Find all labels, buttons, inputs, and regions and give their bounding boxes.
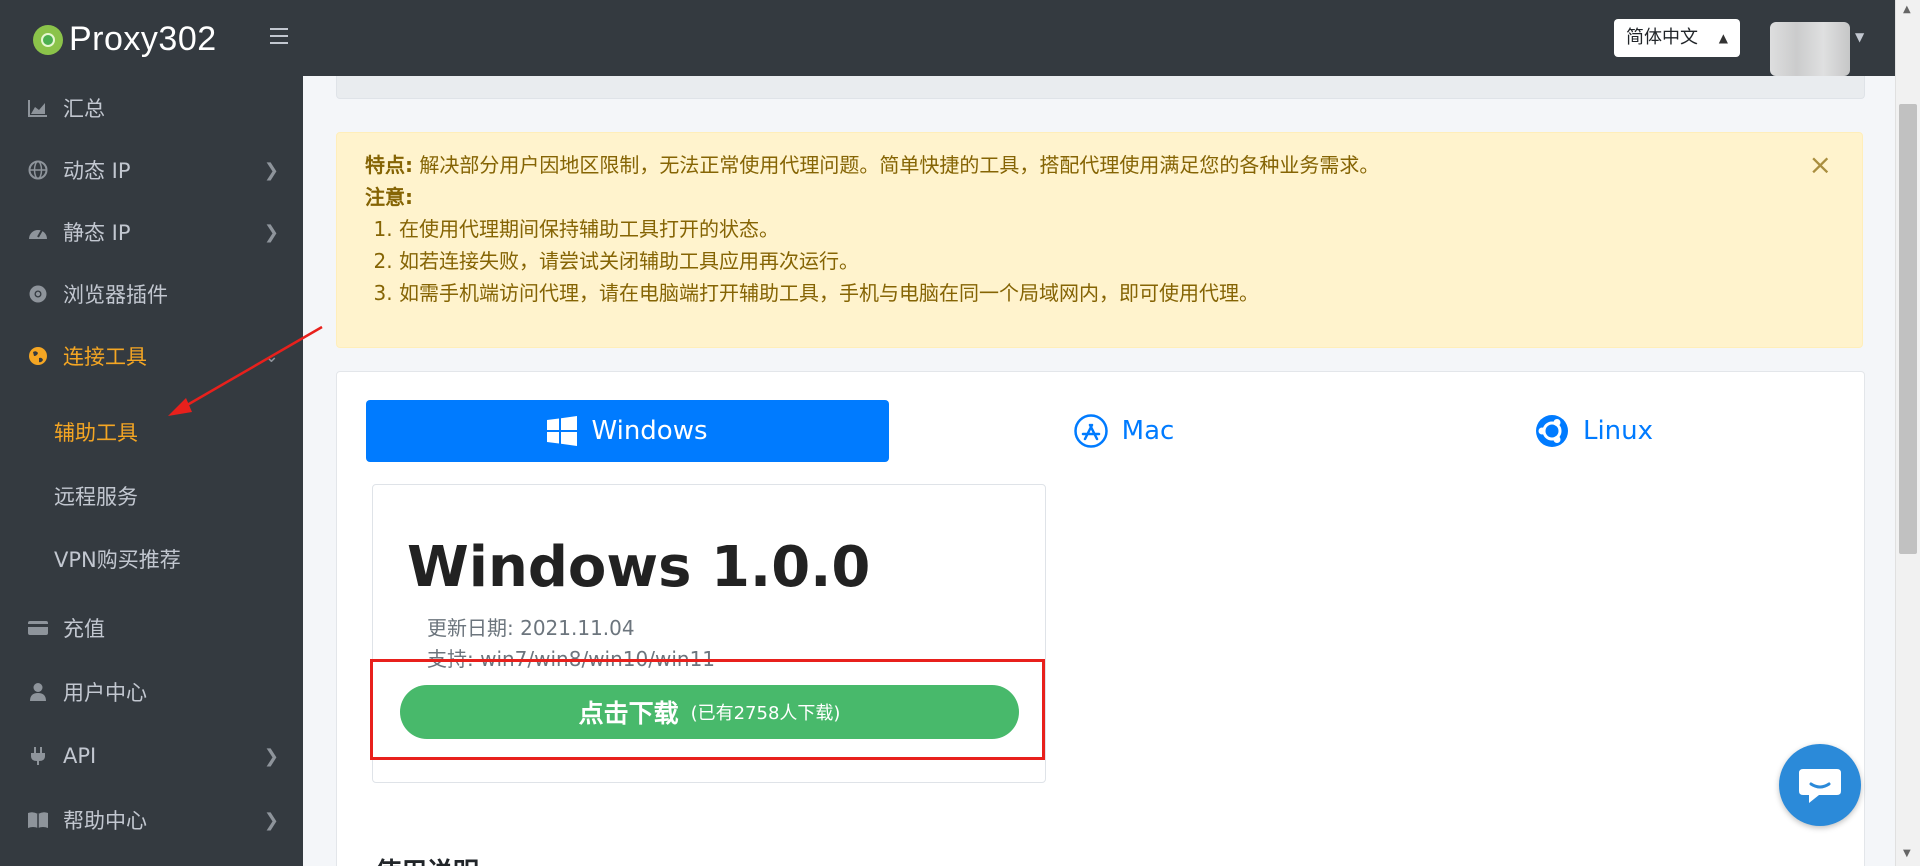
- scroll-thumb[interactable]: [1899, 104, 1917, 554]
- globe-filled-icon: [27, 345, 49, 367]
- sidebar-item-api[interactable]: API ❯: [0, 728, 303, 784]
- logo-text: Proxy302: [69, 20, 217, 58]
- scroll-down-arrow-icon[interactable]: ▼: [1903, 848, 1911, 859]
- sidebar-item-user-center[interactable]: 用户中心: [0, 664, 303, 720]
- sidebar-item-connect-tools[interactable]: 连接工具 ⌄: [0, 328, 303, 384]
- sidebar-subitem-remote-service[interactable]: 远程服务: [54, 472, 138, 522]
- annotation-highlight-box: [370, 659, 1045, 760]
- select-caret-icon: ▲: [1718, 31, 1728, 45]
- sidebar-item-browser-plugin[interactable]: 浏览器插件: [0, 266, 303, 322]
- alert-feature-text: 解决部分用户因地区限制，无法正常使用代理问题。简单快捷的工具，搭配代理使用满足您…: [419, 153, 1380, 177]
- user-avatar[interactable]: [1770, 22, 1850, 76]
- hamburger-menu-icon[interactable]: [270, 28, 288, 44]
- chevron-right-icon: ❯: [263, 809, 279, 831]
- tab-label: Linux: [1582, 416, 1654, 446]
- sidebar-item-dynamic-ip[interactable]: 动态 IP ❯: [0, 142, 303, 198]
- tab-windows[interactable]: Windows: [366, 400, 889, 462]
- page-scrollbar[interactable]: ▲ ▼: [1895, 0, 1920, 866]
- gauge-icon: [27, 221, 49, 243]
- sidebar-item-label: 汇总: [63, 97, 105, 121]
- logo[interactable]: Proxy302: [33, 20, 217, 59]
- sidebar-item-label: 连接工具: [63, 345, 147, 369]
- tab-label: Windows: [591, 416, 708, 446]
- chat-bubble-icon: [1799, 769, 1841, 803]
- tab-label: Mac: [1121, 416, 1175, 446]
- book-icon: [27, 809, 49, 831]
- sidebar-item-label: 充值: [63, 617, 105, 641]
- windows-icon: [547, 416, 578, 446]
- top-navbar: Proxy302 简体中文 ▲ ▼: [0, 0, 1895, 76]
- alert-notes-list: 在使用代理期间保持辅助工具打开的状态。 如若连接失败，请尝试关闭辅助工具应用再次…: [365, 213, 1834, 309]
- globe-icon: [27, 159, 49, 181]
- sidebar-item-label: 浏览器插件: [63, 283, 168, 307]
- sidebar: 汇总 动态 IP ❯ 静态 IP ❯ 浏览器插件 连接工具 ⌄ 辅助工具 远程服…: [0, 76, 303, 866]
- chat-support-button[interactable]: [1779, 744, 1861, 826]
- alert-note: 如需手机端访问代理，请在电脑端打开辅助工具，手机与电脑在同一个局域网内，即可使用…: [399, 277, 1834, 309]
- app-store-icon: [1073, 414, 1108, 448]
- credit-card-icon: [27, 617, 49, 639]
- version-title: Windows 1.0.0: [407, 535, 871, 600]
- chrome-icon: [27, 283, 49, 305]
- alert-close-button[interactable]: ×: [1809, 149, 1832, 181]
- alert-notice-label: 注意:: [365, 185, 413, 209]
- sidebar-item-summary[interactable]: 汇总: [0, 80, 303, 136]
- sidebar-item-label: 用户中心: [63, 681, 147, 705]
- tab-linux[interactable]: Linux: [1359, 400, 1829, 462]
- download-card: Windows Mac Linux Windows 1.0.0 更新日期: 20…: [336, 371, 1865, 866]
- sidebar-item-label: 帮助中心: [63, 809, 147, 833]
- plug-icon: [27, 745, 49, 767]
- alert-feature-label: 特点:: [365, 153, 413, 177]
- alert-note: 在使用代理期间保持辅助工具打开的状态。: [399, 213, 1834, 245]
- chevron-down-icon: ⌄: [263, 345, 279, 367]
- alert-feature-line: 特点: 解决部分用户因地区限制，无法正常使用代理问题。简单快捷的工具，搭配代理使…: [365, 149, 1834, 181]
- logo-mark-icon: [33, 24, 63, 55]
- chevron-right-icon: ❯: [263, 745, 279, 767]
- sidebar-item-label: 静态 IP: [63, 221, 131, 245]
- tab-mac[interactable]: Mac: [889, 400, 1359, 462]
- breadcrumb-card: [336, 76, 1865, 99]
- sidebar-item-static-ip[interactable]: 静态 IP ❯: [0, 204, 303, 260]
- sidebar-subitem-vpn-recommend[interactable]: VPN购买推荐: [54, 535, 181, 585]
- language-select[interactable]: 简体中文 ▲: [1614, 19, 1740, 57]
- chevron-right-icon: ❯: [263, 221, 279, 243]
- ubuntu-icon: [1535, 414, 1569, 448]
- sidebar-item-label: 动态 IP: [63, 159, 131, 183]
- user-icon: [27, 681, 49, 703]
- chart-area-icon: [27, 97, 49, 119]
- sidebar-item-recharge[interactable]: 充值: [0, 600, 303, 656]
- usage-instructions-title: 使用说明: [375, 852, 479, 866]
- chevron-right-icon: ❯: [263, 159, 279, 181]
- update-date: 更新日期: 2021.11.04: [427, 616, 635, 640]
- user-dropdown-caret-icon[interactable]: ▼: [1855, 30, 1864, 44]
- info-alert: 特点: 解决部分用户因地区限制，无法正常使用代理问题。简单快捷的工具，搭配代理使…: [336, 132, 1863, 348]
- scroll-up-arrow-icon[interactable]: ▲: [1903, 4, 1911, 15]
- language-select-value: 简体中文: [1626, 27, 1698, 48]
- sidebar-item-help-center[interactable]: 帮助中心 ❯: [0, 792, 303, 848]
- sidebar-item-label: API: [63, 744, 97, 768]
- alert-note: 如若连接失败，请尝试关闭辅助工具应用再次运行。: [399, 245, 1834, 277]
- sidebar-subitem-helper-tool[interactable]: 辅助工具: [54, 408, 138, 458]
